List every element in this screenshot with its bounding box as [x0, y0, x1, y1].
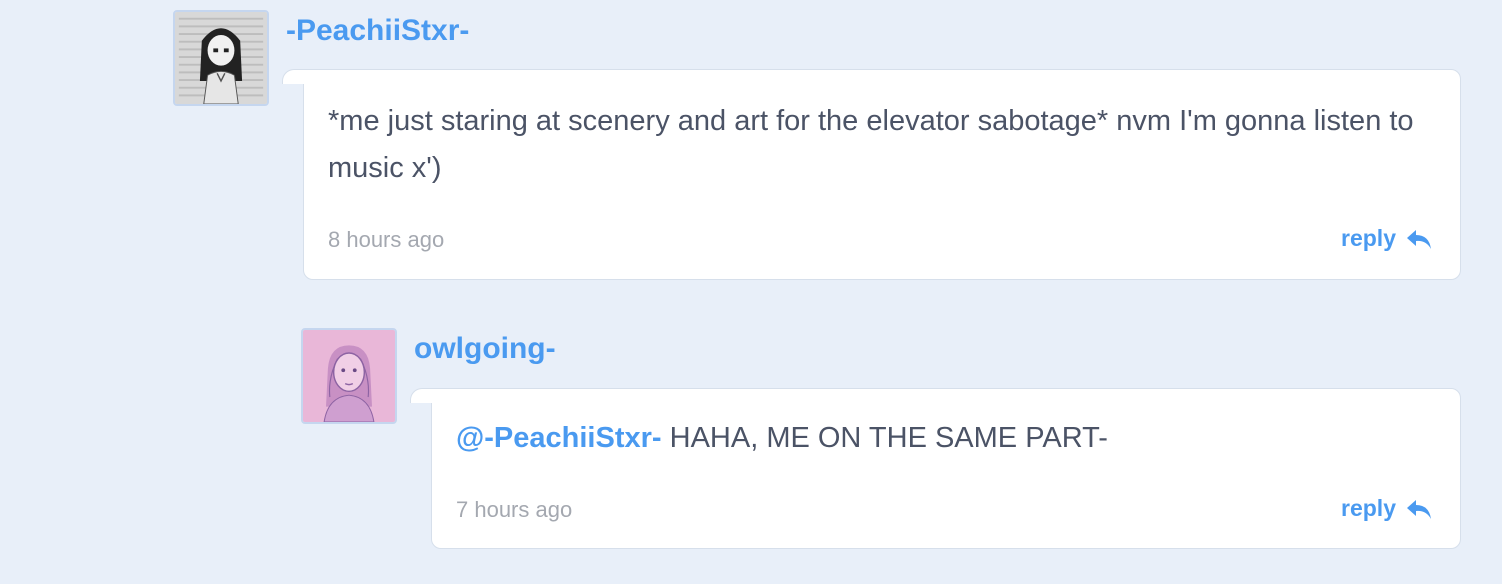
comment-bubble: @-PeachiiStxr- HAHA, ME ON THE SAME PART… — [410, 388, 1461, 549]
reply-button[interactable]: reply — [1341, 495, 1432, 522]
timestamp: 7 hours ago — [456, 497, 573, 522]
avatar[interactable] — [173, 10, 269, 106]
reply-arrow-icon — [1407, 229, 1431, 249]
comment-text: @-PeachiiStxr- HAHA, ME ON THE SAME PART… — [456, 415, 1436, 462]
user-avatar-icon — [303, 330, 395, 422]
reply-label: reply — [1341, 495, 1396, 521]
comment-body: HAHA, ME ON THE SAME PART- — [661, 422, 1108, 454]
mention-link[interactable]: @-PeachiiStxr- — [456, 422, 662, 454]
avatar[interactable] — [301, 328, 397, 424]
reply-arrow-icon — [1407, 499, 1431, 519]
username[interactable]: owlgoing- — [414, 332, 556, 366]
user-avatar-icon — [175, 12, 267, 104]
timestamp: 8 hours ago — [328, 227, 445, 252]
comment-text: *me just staring at scenery and art for … — [328, 105, 1414, 184]
username[interactable]: -PeachiiStxr- — [286, 14, 469, 48]
reply-button[interactable]: reply — [1341, 225, 1432, 252]
reply-label: reply — [1341, 225, 1396, 251]
comment-bubble: *me just staring at scenery and art for … — [282, 69, 1461, 280]
